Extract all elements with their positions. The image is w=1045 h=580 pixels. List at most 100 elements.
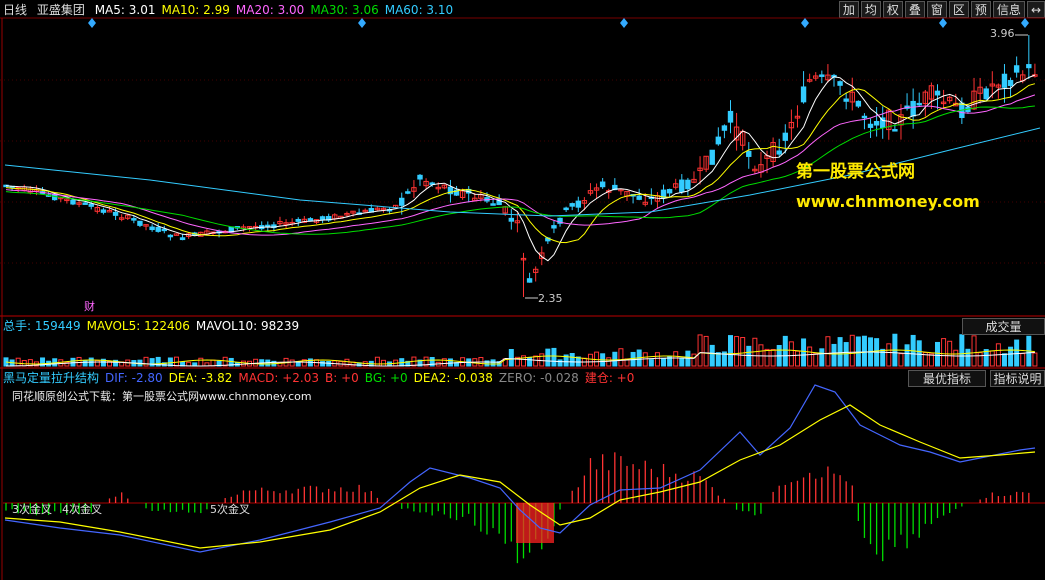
indicator-value-3: MACD: +2.03 <box>238 371 320 385</box>
candle-body <box>837 81 843 86</box>
candle-body <box>569 203 575 207</box>
volume-bar <box>15 357 21 367</box>
candle-body <box>861 115 868 119</box>
candle-body <box>167 234 174 238</box>
volume-indicator-button[interactable]: 成交量 <box>962 318 1045 335</box>
candle-body <box>82 202 88 205</box>
golden-cross-signal-3: 3次金叉 <box>12 503 52 516</box>
volume-bar <box>198 357 204 367</box>
volume-bar <box>728 335 733 367</box>
candle-body <box>399 197 405 206</box>
volume-bar <box>606 357 612 367</box>
volume-bar <box>673 351 679 367</box>
volume-bar <box>618 348 624 367</box>
candle-body <box>910 100 916 117</box>
candle-body <box>526 278 533 283</box>
volume-bar <box>770 348 776 367</box>
volume-bar <box>715 352 721 367</box>
volume-bar <box>374 356 380 367</box>
volume-bar <box>527 357 533 367</box>
candle-body <box>417 174 423 180</box>
volume-bar <box>661 357 667 367</box>
volume-bar <box>740 337 746 367</box>
candle-body <box>685 179 691 190</box>
volume-value-0: 总手: 159449 <box>3 319 81 333</box>
indicator-value-1: DIF: -2.80 <box>105 371 163 385</box>
volume-bar <box>94 359 100 367</box>
candle-body <box>149 226 155 231</box>
volume-bar <box>82 360 88 367</box>
candle-body <box>265 224 271 228</box>
candle-body <box>679 179 685 193</box>
volume-bar <box>898 353 904 367</box>
volume-bar <box>965 348 971 367</box>
candle-body <box>137 220 143 226</box>
volume-bar <box>612 351 618 367</box>
candle-body <box>52 194 58 201</box>
best-indicator-button[interactable]: 最优指标 <box>908 370 986 387</box>
candle-body <box>721 125 728 131</box>
volume-bar <box>855 336 861 367</box>
candle-body <box>819 74 825 77</box>
volume-bar <box>807 346 813 367</box>
volume-bar <box>143 356 149 367</box>
volume-bar <box>508 349 514 367</box>
indicator-value-8: 建仓: +0 <box>584 371 635 385</box>
candle-body <box>295 218 301 222</box>
volume-legend: 总手: 159449 MAVOL5: 122406 MAVOL10: 98239 <box>3 317 305 335</box>
candle-body <box>709 149 715 165</box>
candle-body <box>228 226 234 233</box>
volume-bar <box>837 337 843 367</box>
volume-bar <box>654 352 660 367</box>
candle-body <box>1001 73 1008 88</box>
candle-body <box>666 189 673 194</box>
candle-body <box>307 218 314 222</box>
candle-body <box>575 200 581 208</box>
candle-body <box>599 181 606 188</box>
candle-body <box>155 226 161 232</box>
candle-body <box>776 150 782 155</box>
event-marker-4 <box>939 18 947 28</box>
candle-body <box>131 218 137 221</box>
volume-bar <box>691 353 697 367</box>
indicator-value-2: DEA: -3.82 <box>168 371 233 385</box>
event-marker-2 <box>620 18 628 28</box>
candle-body <box>112 211 119 216</box>
volume-bar <box>557 359 563 367</box>
volume-bar <box>977 352 983 367</box>
volume-bar <box>801 338 807 367</box>
volume-bar <box>819 348 825 367</box>
volume-bar <box>70 357 76 367</box>
candle-body <box>873 121 880 126</box>
event-marker-0 <box>88 18 96 28</box>
volume-bar <box>831 343 837 367</box>
candle-body <box>746 150 752 157</box>
volume-bar <box>1020 353 1026 367</box>
volume-bar <box>551 347 557 367</box>
candle-body <box>867 123 874 128</box>
candle-body <box>319 216 326 221</box>
volume-bar <box>76 356 82 367</box>
volume-bar <box>959 334 965 367</box>
volume-bar <box>861 335 867 367</box>
golden-cross-signal-5: 5次金叉 <box>210 503 250 516</box>
candle-body <box>636 195 642 200</box>
financial-report-mark[interactable]: 财 <box>84 298 95 314</box>
candle-body <box>983 88 989 100</box>
volume-bar <box>709 344 715 367</box>
volume-bar <box>703 335 709 367</box>
indicator-value-0: 黑马定量拉升结构 <box>3 371 100 385</box>
volume-value-2: MAVOL10: 98239 <box>195 319 300 333</box>
candle-body <box>727 110 734 123</box>
indicator-legend: 黑马定量拉升结构 DIF: -2.80 DEA: -3.82 MACD: +2.03 B… <box>3 369 640 387</box>
candle-body <box>892 129 898 132</box>
volume-bar <box>794 350 800 367</box>
volume-bar <box>587 353 593 367</box>
volume-bar <box>825 336 831 367</box>
volume-bar <box>569 352 575 367</box>
candle-body <box>782 132 788 141</box>
watermark-url: www.chnmoney.com <box>796 192 980 211</box>
chart-canvas[interactable] <box>0 0 1045 580</box>
volume-bar <box>886 343 892 367</box>
indicator-help-button[interactable]: 指标说明 <box>990 370 1045 387</box>
